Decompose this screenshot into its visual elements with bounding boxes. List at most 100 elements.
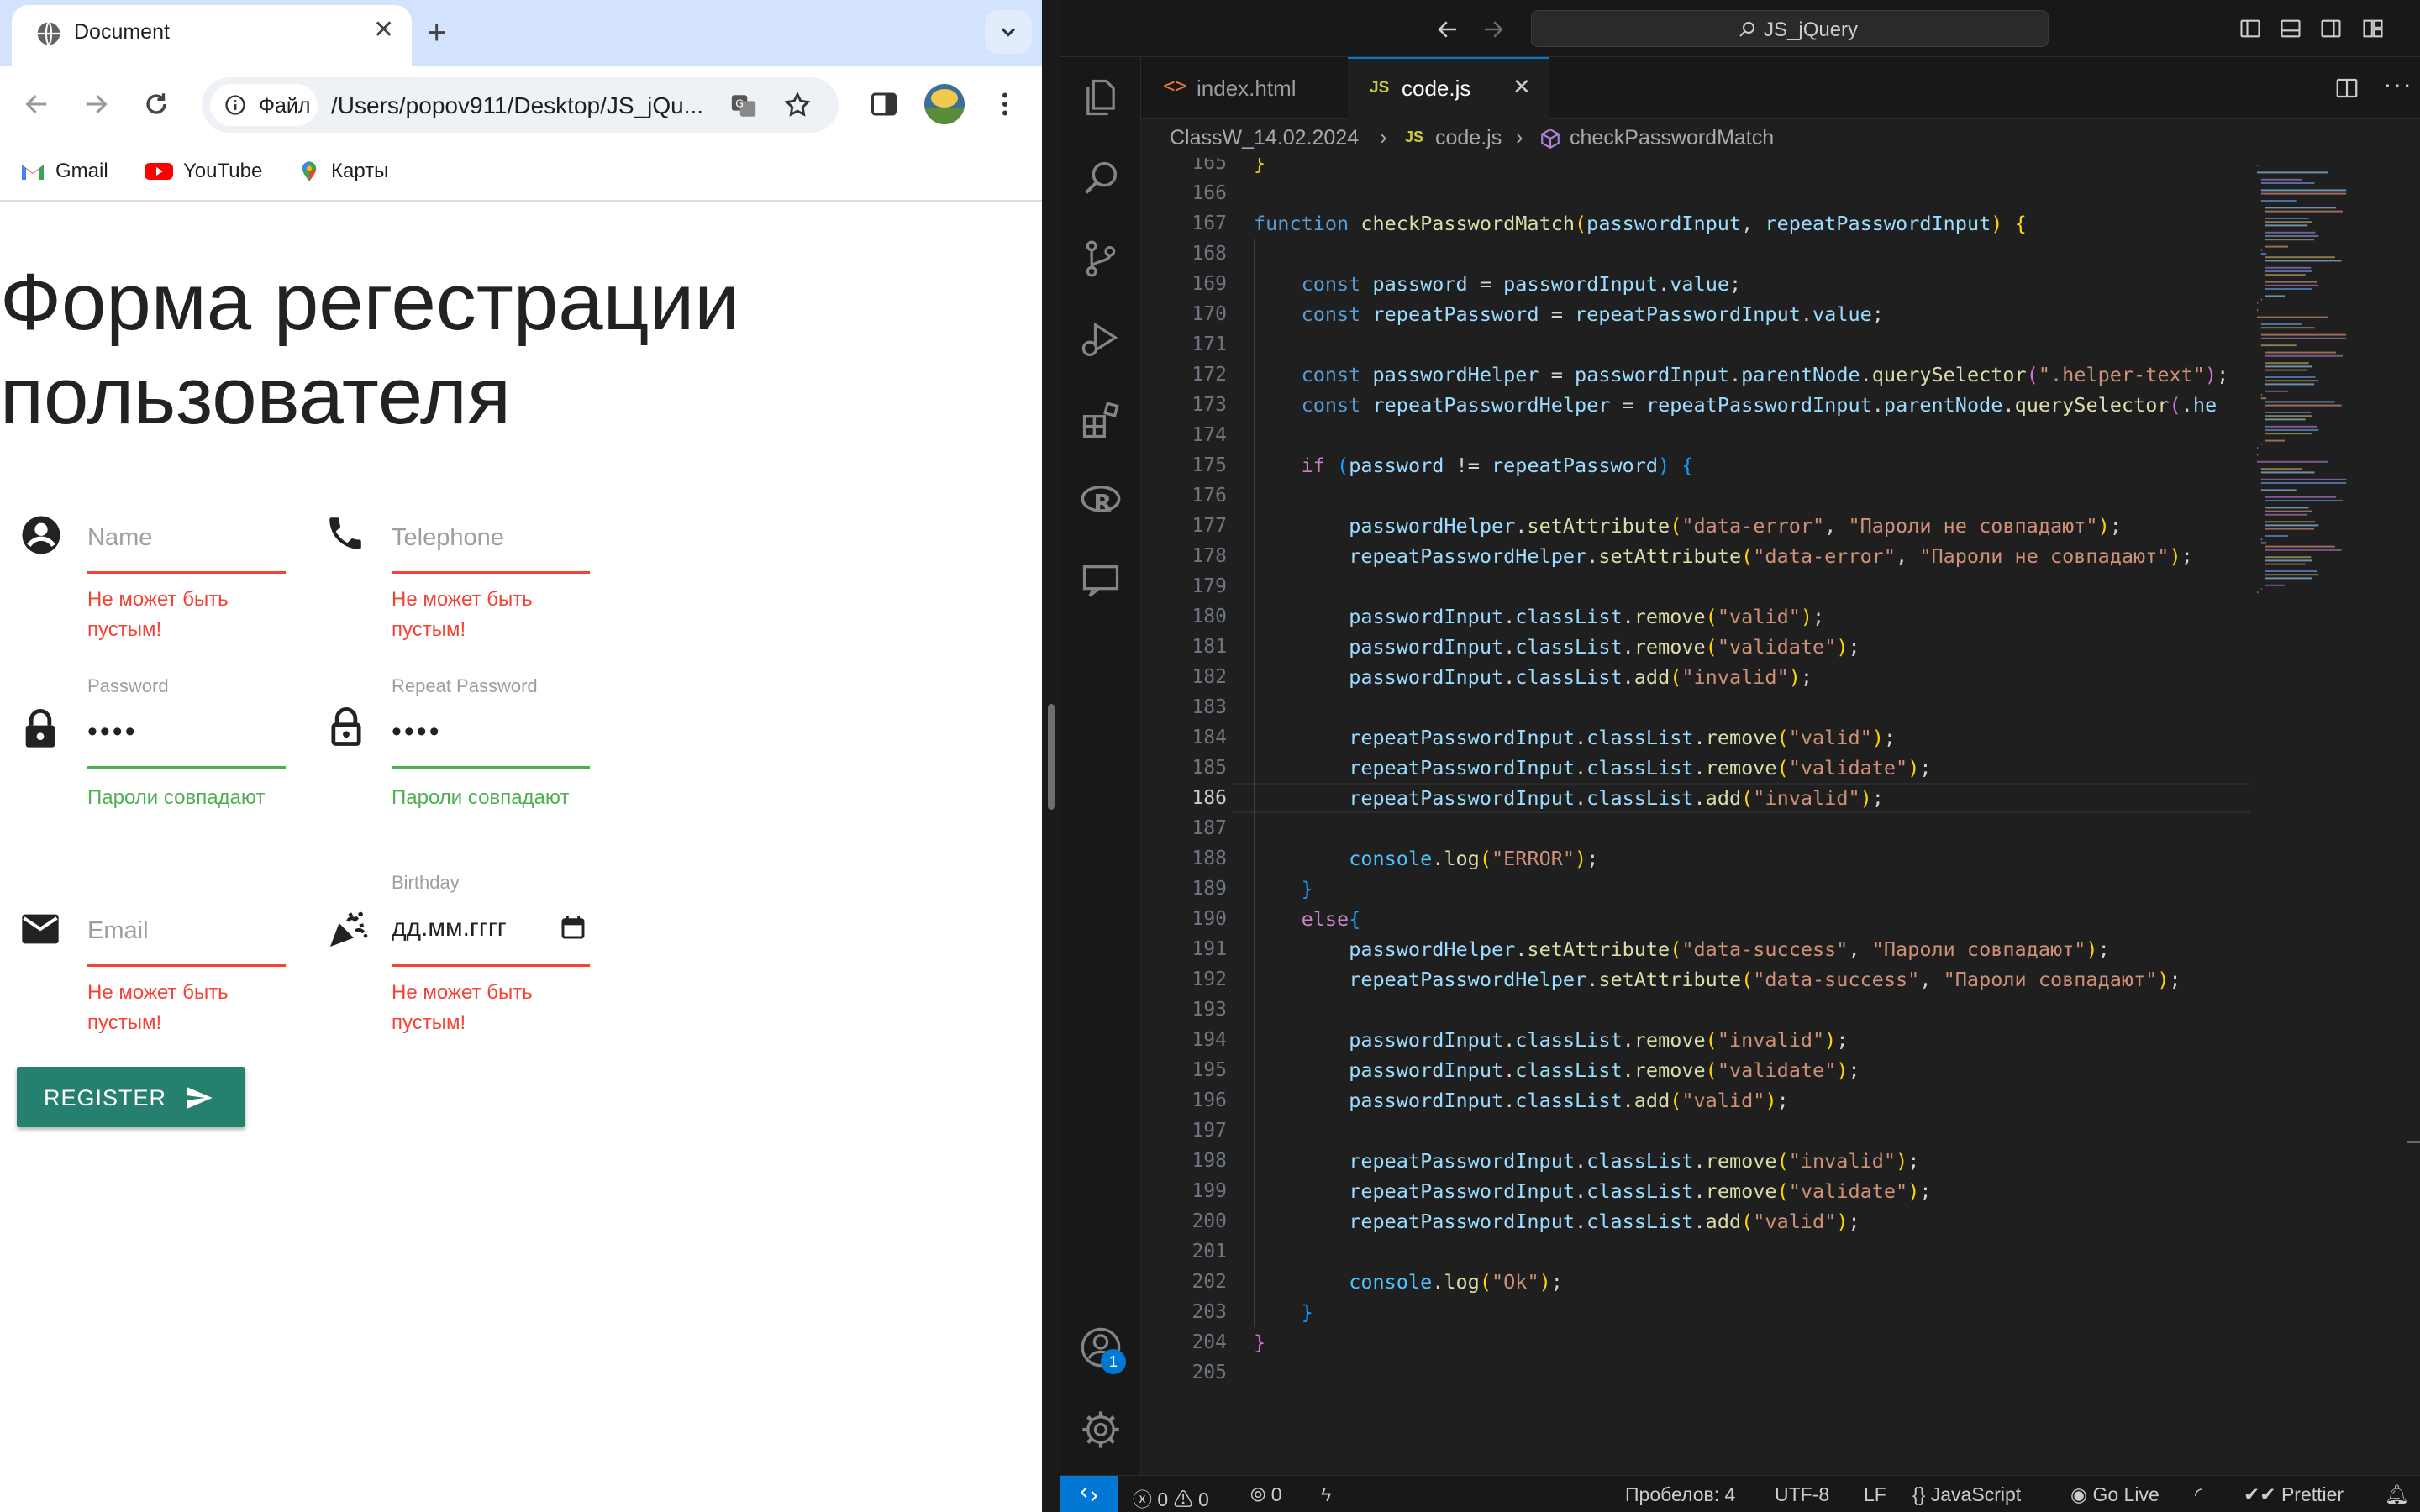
minimap-line — [2260, 192, 2347, 195]
more-actions-icon[interactable]: ··· — [2383, 69, 2412, 100]
side-panel-icon[interactable] — [869, 89, 899, 119]
telephone-input[interactable]: Telephone — [392, 524, 504, 552]
minimap[interactable] — [2250, 158, 2420, 1475]
tab-search-button[interactable] — [985, 10, 1032, 54]
bell-icon[interactable]: 🔔︎ — [2385, 1483, 2409, 1506]
source-control-icon[interactable] — [1079, 237, 1123, 281]
name-error: Не может быть пустым! — [87, 588, 229, 641]
go-live-button[interactable]: ◉ Go Live — [2070, 1483, 2160, 1506]
gear-icon[interactable] — [1079, 1408, 1123, 1452]
kebab-menu-icon[interactable] — [990, 89, 1020, 119]
minimap-line — [2265, 577, 2312, 580]
scrollbar-thumb[interactable] — [2407, 1141, 2420, 1143]
bookmark-star-icon[interactable] — [783, 91, 812, 119]
chrome-window: Document ✕ + Файл /Users/popov911/Deskto… — [0, 0, 1042, 1512]
warning-icon: ⚠ — [1173, 1488, 1193, 1510]
vscode-window: JS_jQuery R 1 <> index.html JS code.js ✕… — [1060, 0, 2420, 1512]
code-line: passwordInput.classList.remove("validate… — [1349, 1058, 1860, 1082]
browser-tab[interactable]: Document ✕ — [12, 5, 412, 66]
profile-avatar[interactable] — [924, 84, 965, 124]
window-split-divider[interactable] — [1042, 0, 1060, 1512]
code-editor[interactable]: 165 166 167 168 169 170 171 172 173 174 175 176 177 1… — [1141, 158, 2250, 1475]
line-number: 177 — [1192, 515, 1227, 537]
encoding-status[interactable]: UTF-8 — [1775, 1483, 1829, 1506]
explorer-icon[interactable] — [1079, 76, 1123, 119]
line-number: 186 — [1192, 787, 1227, 809]
code-line: repeatPasswordInput.classList.remove("in… — [1349, 1149, 1920, 1173]
minimap-line — [2265, 584, 2285, 586]
lightning-icon[interactable]: ϟ — [1321, 1483, 1331, 1506]
breadcrumb-file[interactable]: code.js — [1435, 126, 1502, 150]
birthday-label: Birthday — [392, 872, 460, 893]
tab-title: Document — [74, 20, 170, 44]
status-bar: ⓧ 0 ⚠ 0 ⦾ 0 ϟ Пробелов: 4 UTF-8 LF {} Ja… — [1060, 1475, 2420, 1512]
account-circle-icon — [22, 516, 60, 554]
breadcrumb-folder[interactable]: ClassW_14.02.2024 — [1170, 126, 1359, 150]
translate-icon[interactable]: G — [729, 92, 758, 120]
close-icon[interactable]: ✕ — [1512, 74, 1531, 100]
minimap-line — [2260, 200, 2297, 202]
tab-index-html[interactable]: <> index.html — [1141, 57, 1348, 119]
prettier-status[interactable]: ✔✔ Prettier — [2244, 1483, 2344, 1506]
tab-code-js[interactable]: JS code.js ✕ — [1348, 57, 1549, 119]
bookmark-maps[interactable]: Карты — [297, 160, 388, 183]
remote-indicator[interactable] — [1060, 1476, 1118, 1512]
email-error: Не может быть пустым! — [87, 981, 229, 1034]
close-tab-icon[interactable]: ✕ — [373, 15, 394, 45]
command-center[interactable]: JS_jQuery — [1531, 10, 2049, 47]
breadcrumb-symbol[interactable]: checkPasswordMatch — [1570, 126, 1774, 150]
line-number: 182 — [1192, 666, 1227, 688]
split-editor-icon[interactable] — [2334, 76, 2360, 101]
repeat-password-label: Repeat Password — [392, 675, 538, 696]
toggle-panel-icon[interactable] — [2279, 17, 2302, 40]
minimap-line — [2260, 344, 2297, 347]
back-button[interactable] — [18, 86, 55, 123]
toggle-primary-sidebar-icon[interactable] — [2238, 17, 2262, 40]
remote-explorer-icon[interactable] — [1079, 559, 1123, 603]
name-input[interactable]: Name — [87, 524, 152, 552]
toggle-secondary-sidebar-icon[interactable] — [2319, 17, 2343, 40]
minimap-line — [2265, 496, 2337, 498]
bookmark-gmail[interactable]: Gmail — [20, 160, 108, 183]
search-icon[interactable] — [1079, 156, 1123, 200]
repeat-password-input[interactable]: •••• — [392, 716, 442, 748]
password-success: Пароли совпадают — [87, 786, 266, 809]
r-language-icon[interactable]: R — [1079, 479, 1123, 522]
birthday-input[interactable]: дд.мм.гггг — [392, 914, 507, 942]
svg-text:G: G — [735, 97, 744, 110]
reload-button[interactable] — [138, 86, 175, 123]
indentation-status[interactable]: Пробелов: 4 — [1625, 1483, 1735, 1506]
minimap-line — [2265, 570, 2317, 572]
email-input[interactable]: Email — [87, 917, 149, 945]
minimap-line — [2265, 210, 2343, 213]
bookmark-label: YouTube — [183, 160, 263, 182]
arrow-right-icon[interactable] — [1481, 17, 1506, 42]
eol-status[interactable]: LF — [1864, 1483, 1886, 1506]
extensions-icon[interactable] — [1079, 398, 1123, 442]
forward-button[interactable] — [77, 86, 114, 123]
arrow-left-icon[interactable] — [1435, 17, 1460, 42]
language-mode[interactable]: {} JavaScript — [1912, 1483, 2021, 1506]
minimap-line — [2257, 302, 2259, 304]
customize-layout-icon[interactable] — [2361, 17, 2385, 40]
run-debug-icon[interactable] — [1079, 318, 1123, 361]
bookmark-youtube[interactable]: YouTube — [145, 160, 262, 183]
code-line: passwordInput.classList.add("valid"); — [1349, 1089, 1789, 1112]
register-button[interactable]: REGISTER — [17, 1067, 245, 1127]
minimap-line — [2265, 270, 2312, 272]
ports-indicator[interactable]: ⦾ 0 — [1250, 1483, 1282, 1506]
divider-grip[interactable] — [1048, 704, 1055, 810]
new-tab-button[interactable]: + — [427, 12, 446, 54]
minimap-line — [2257, 460, 2328, 463]
password-input[interactable]: •••• — [87, 716, 138, 748]
site-info-chip[interactable]: Файл — [210, 84, 318, 126]
minimap-line — [2265, 563, 2306, 565]
address-bar[interactable]: Файл /Users/popov911/Desktop/JS_jQu... G — [202, 77, 839, 133]
calendar-icon[interactable] — [560, 914, 587, 941]
minimap-line — [2265, 231, 2316, 234]
repeat-password-underline — [392, 766, 590, 769]
minimap-line — [2260, 394, 2263, 396]
problems-indicator[interactable]: ⓧ 0 ⚠ 0 — [1133, 1483, 1209, 1512]
minimap-line — [2257, 591, 2259, 594]
line-number: 178 — [1192, 545, 1227, 567]
